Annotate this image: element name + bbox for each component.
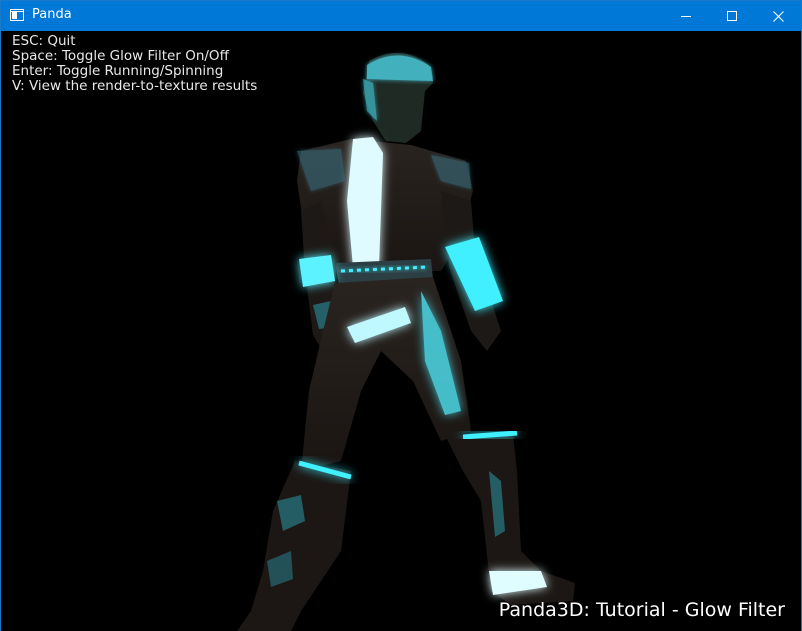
help-line-glow-toggle: Space: Toggle Glow Filter On/Off <box>12 48 229 64</box>
render-viewport[interactable]: ESC: Quit Space: Toggle Glow Filter On/O… <box>1 31 801 631</box>
help-line-view-results: V: View the render-to-texture results <box>12 78 258 94</box>
help-line-quit: ESC: Quit <box>12 33 76 49</box>
minimize-icon <box>681 15 691 17</box>
app-window-icon <box>10 9 24 21</box>
close-icon <box>772 10 784 22</box>
close-button[interactable] <box>755 1 801 31</box>
maximize-icon <box>727 11 737 21</box>
window-title: Panda <box>32 7 72 22</box>
help-line-run-toggle: Enter: Toggle Running/Spinning <box>12 63 224 79</box>
maximize-button[interactable] <box>709 1 755 31</box>
tutorial-caption: Panda3D: Tutorial - Glow Filter <box>498 599 785 621</box>
glowing-character-render <box>237 52 575 631</box>
app-window: Panda ESC: Quit Space: Toggle Glow Filte… <box>0 0 802 631</box>
title-bar[interactable]: Panda <box>1 1 801 31</box>
help-overlay: ESC: Quit Space: Toggle Glow Filter On/O… <box>12 34 257 94</box>
minimize-button[interactable] <box>663 1 709 31</box>
